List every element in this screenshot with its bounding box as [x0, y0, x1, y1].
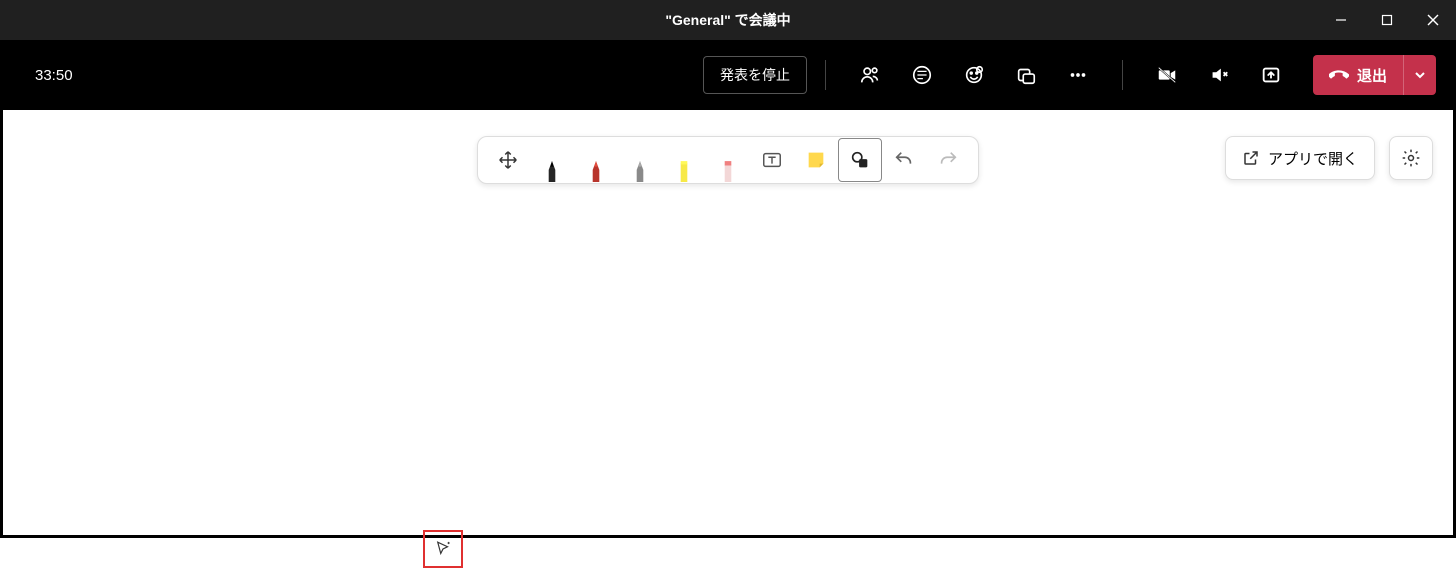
- window-title: "General" で会議中: [665, 10, 790, 30]
- undo-button[interactable]: [882, 138, 926, 182]
- pen-red-tool[interactable]: [574, 138, 618, 182]
- maximize-button[interactable]: [1364, 0, 1410, 40]
- whiteboard-toolbar: [477, 136, 979, 184]
- share-icon[interactable]: [1253, 57, 1289, 93]
- titlebar: "General" で会議中: [0, 0, 1456, 40]
- pen-gray-tool[interactable]: [618, 138, 662, 182]
- window-controls: [1318, 0, 1456, 40]
- divider: [1122, 60, 1123, 90]
- rooms-icon[interactable]: [1008, 57, 1044, 93]
- note-tool[interactable]: [794, 138, 838, 182]
- chat-icon[interactable]: [904, 57, 940, 93]
- pen-black-tool[interactable]: [530, 138, 574, 182]
- meeting-timer: 33:50: [35, 67, 73, 84]
- more-icon[interactable]: [1060, 57, 1096, 93]
- cursor-highlight: [423, 530, 463, 568]
- settings-button[interactable]: [1389, 136, 1433, 180]
- divider: [825, 60, 826, 90]
- leave-group: 退出: [1313, 55, 1436, 95]
- mic-off-icon[interactable]: [1201, 57, 1237, 93]
- redo-button[interactable]: [926, 138, 970, 182]
- close-button[interactable]: [1410, 0, 1456, 40]
- minimize-button[interactable]: [1318, 0, 1364, 40]
- leave-button[interactable]: 退出: [1313, 55, 1403, 95]
- stop-presenting-button[interactable]: 発表を停止: [703, 56, 807, 94]
- meeting-toolbar: 33:50 発表を停止 退出: [0, 40, 1456, 110]
- shapes-tool[interactable]: [838, 138, 882, 182]
- camera-off-icon[interactable]: [1149, 57, 1185, 93]
- text-tool[interactable]: [750, 138, 794, 182]
- reactions-icon[interactable]: [956, 57, 992, 93]
- leave-dropdown-button[interactable]: [1403, 55, 1436, 95]
- open-in-app-button[interactable]: アプリで開く: [1225, 136, 1375, 180]
- people-icon[interactable]: [852, 57, 888, 93]
- leave-label: 退出: [1357, 65, 1387, 86]
- open-in-app-label: アプリで開く: [1268, 148, 1358, 169]
- highlighter-pink-tool[interactable]: [706, 138, 750, 182]
- whiteboard-canvas[interactable]: アプリで開く: [0, 110, 1456, 538]
- highlighter-yellow-tool[interactable]: [662, 138, 706, 182]
- move-tool[interactable]: [486, 138, 530, 182]
